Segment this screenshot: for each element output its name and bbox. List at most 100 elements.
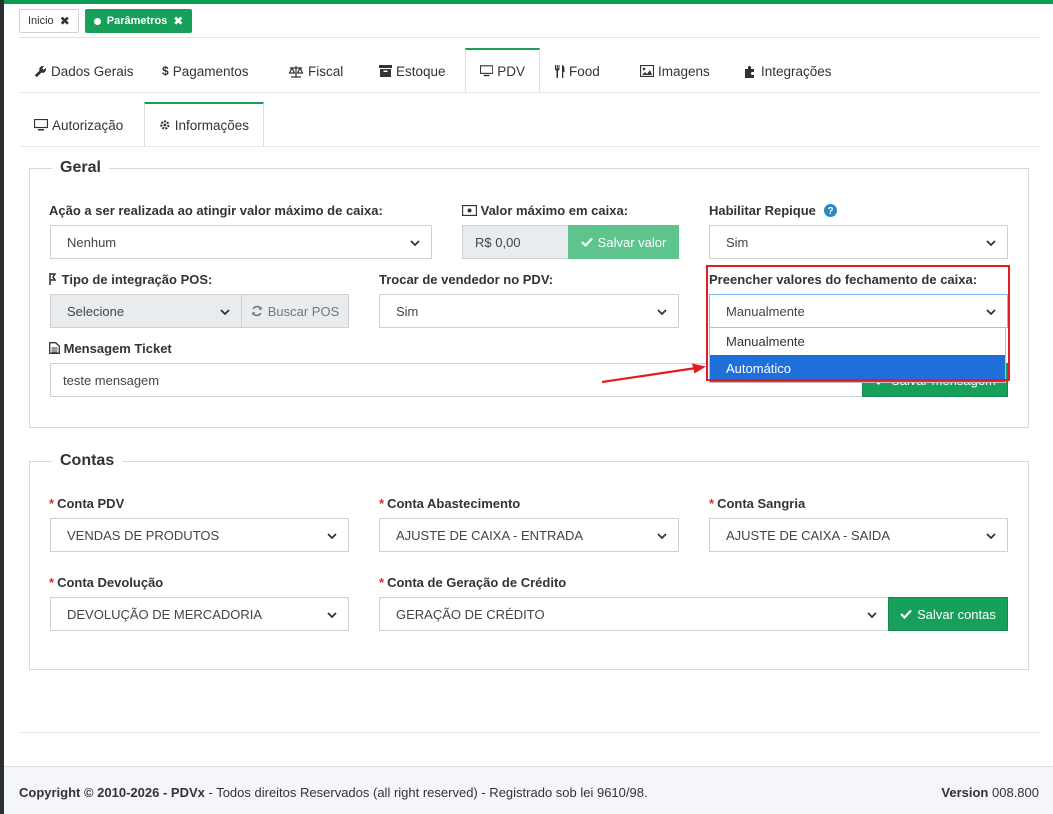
- chevron-down-icon: [410, 240, 420, 247]
- tab-fiscal[interactable]: Fiscal: [274, 48, 365, 92]
- label-text: Valor máximo em caixa:: [480, 203, 629, 218]
- breadcrumb-inicio[interactable]: Inicio ✖: [19, 9, 79, 33]
- annotation-highlight-box: [706, 265, 1010, 381]
- label-text: Conta Devolução: [57, 575, 164, 590]
- select-value: VENDAS DE PRODUTOS: [67, 527, 220, 543]
- section-title: Contas: [52, 452, 123, 470]
- close-icon[interactable]: ✖: [60, 14, 70, 28]
- desktop-icon: [480, 65, 494, 77]
- tipo-pos-label: Tipo de integração POS:: [49, 272, 212, 287]
- close-icon[interactable]: ✖: [173, 14, 183, 28]
- breadcrumb-label: Inicio: [28, 15, 54, 27]
- wrench-icon: [34, 65, 47, 77]
- top-accent-bar: [0, 0, 1053, 4]
- tab-label: Dados Gerais: [51, 63, 134, 79]
- conta-sangria-select[interactable]: AJUSTE DE CAIXA - SAIDA: [709, 518, 1008, 552]
- help-icon[interactable]: ?: [823, 204, 837, 217]
- button-label: Salvar contas: [917, 606, 996, 622]
- chevron-down-icon: [986, 533, 996, 540]
- tab-label: Food: [569, 63, 600, 79]
- money-bill-icon: [461, 204, 478, 217]
- tab-informacoes[interactable]: Informações: [144, 102, 264, 146]
- breadcrumb-parametros[interactable]: Parâmetros ✖: [84, 9, 193, 33]
- trocar-vendedor-select[interactable]: Sim: [379, 294, 679, 328]
- required-mark: *: [709, 496, 715, 511]
- salvar-valor-button[interactable]: Salvar valor: [568, 225, 679, 259]
- contas-section: Contas: [29, 452, 1029, 670]
- label-text: Habilitar Repique: [709, 203, 816, 218]
- chevron-down-icon: [986, 240, 996, 247]
- tab-integracoes[interactable]: Integrações: [730, 48, 850, 92]
- chevron-down-icon: [657, 309, 667, 316]
- left-sidebar-strip: [0, 0, 4, 814]
- utensils-icon: [555, 64, 565, 78]
- chevron-down-icon: [327, 533, 337, 540]
- repique-select[interactable]: Sim: [709, 225, 1008, 259]
- divider: [19, 37, 1040, 38]
- conta-devolucao-select[interactable]: DEVOLUÇÃO DE MERCADORIA: [50, 597, 349, 631]
- chevron-down-icon: [327, 612, 337, 619]
- valor-maximo-label: Valor máximo em caixa:: [461, 203, 629, 218]
- conta-abastecimento-select[interactable]: AJUSTE DE CAIXA - ENTRADA: [379, 518, 679, 552]
- section-title: Geral: [52, 159, 109, 177]
- version-value: 008.800: [992, 785, 1039, 800]
- copyright-rest: - Todos direitos Reservados (all right r…: [204, 785, 648, 800]
- active-dot-icon: [93, 17, 101, 25]
- button-label: Salvar valor: [597, 234, 667, 250]
- acao-label: Ação a ser realizada ao atingir valor má…: [49, 203, 383, 218]
- valor-maximo-input[interactable]: R$ 0,00: [462, 225, 569, 259]
- required-mark: *: [379, 575, 385, 590]
- tab-estoque[interactable]: Estoque: [365, 48, 465, 92]
- trocar-vendedor-label: Trocar de vendedor no PDV:: [379, 272, 554, 287]
- select-value: AJUSTE DE CAIXA - ENTRADA: [396, 527, 584, 543]
- tab-label: Estoque: [396, 63, 446, 79]
- select-value: AJUSTE DE CAIXA - SAIDA: [726, 527, 890, 543]
- desktop-icon: [34, 119, 48, 131]
- tabs-row-1: Dados Gerais $ Pagamentos Fiscal Estoque…: [20, 48, 1040, 93]
- button-label: Buscar POS: [267, 303, 340, 319]
- dollar-icon: $: [162, 64, 169, 78]
- buscar-pos-button[interactable]: Buscar POS: [241, 294, 349, 328]
- tab-label: Fiscal: [308, 63, 344, 79]
- conta-pdv-select[interactable]: VENDAS DE PRODUTOS: [50, 518, 349, 552]
- acao-select[interactable]: Nenhum: [50, 225, 432, 259]
- tab-food[interactable]: Food: [540, 48, 626, 92]
- tab-autorizacao[interactable]: Autorização: [20, 102, 144, 146]
- conta-credito-select[interactable]: GERAÇÃO DE CRÉDITO: [379, 597, 889, 631]
- required-mark: *: [379, 496, 385, 511]
- version-text: Version 008.800: [941, 785, 1039, 800]
- chevron-down-icon: [657, 533, 667, 540]
- balance-scale-icon: [288, 65, 304, 78]
- breadcrumb: Inicio ✖ Parâmetros ✖: [19, 9, 193, 33]
- check-icon: [580, 237, 593, 247]
- conta-sangria-label: * Conta Sangria: [709, 496, 805, 511]
- conta-credito-label: * Conta de Geração de Crédito: [379, 575, 566, 590]
- label-text: Tipo de integração POS:: [61, 272, 213, 287]
- select-value: Selecione: [67, 303, 125, 319]
- chevron-down-icon: [220, 309, 230, 316]
- tab-label: Informações: [174, 117, 249, 133]
- required-mark: *: [49, 496, 55, 511]
- breadcrumb-label: Parâmetros: [106, 15, 168, 27]
- tipo-pos-select[interactable]: Selecione: [50, 294, 242, 328]
- mensagem-label: Mensagem Ticket: [49, 341, 172, 356]
- version-label: Version: [941, 785, 989, 800]
- image-icon: [640, 65, 654, 77]
- refresh-icon: [251, 305, 262, 317]
- file-text-icon: [49, 342, 60, 354]
- svg-text:?: ?: [827, 206, 833, 217]
- plug-icon: [49, 273, 57, 285]
- tab-label: Imagens: [658, 63, 710, 79]
- archive-icon: [379, 65, 392, 77]
- conta-pdv-label: * Conta PDV: [49, 496, 124, 511]
- label-text: Conta de Geração de Crédito: [387, 575, 567, 590]
- tab-pdv[interactable]: PDV: [465, 48, 540, 92]
- tab-pagamentos[interactable]: $ Pagamentos: [148, 48, 274, 92]
- tab-label: Pagamentos: [172, 63, 249, 79]
- salvar-contas-button[interactable]: Salvar contas: [888, 597, 1008, 631]
- tab-dados-gerais[interactable]: Dados Gerais: [20, 48, 148, 92]
- tabs-row-2: Autorização Informações: [20, 102, 1040, 147]
- page-footer: Copyright © 2010-2026 - PDVx - Todos dir…: [4, 766, 1053, 814]
- label-text: Conta Sangria: [717, 496, 806, 511]
- tab-imagens[interactable]: Imagens: [626, 48, 730, 92]
